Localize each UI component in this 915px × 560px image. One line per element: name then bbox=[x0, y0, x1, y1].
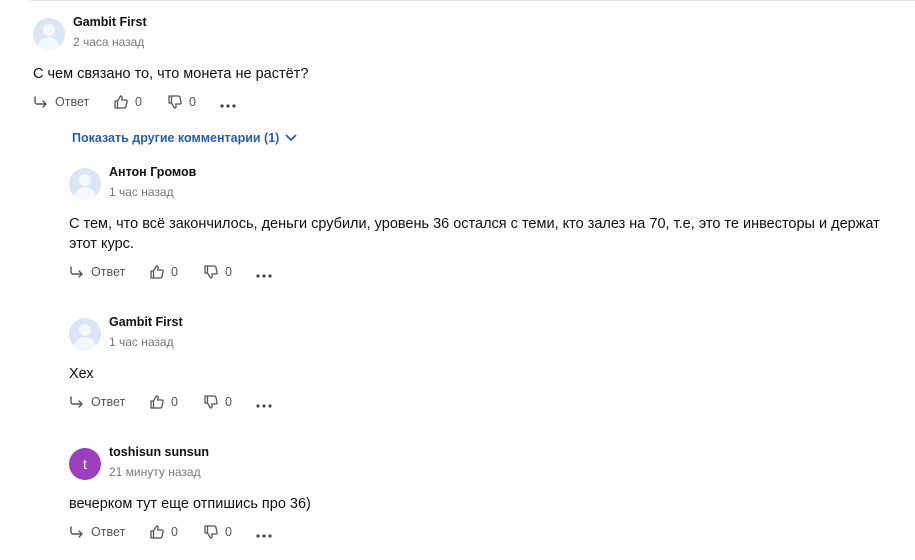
comment-time: 21 минуту назад bbox=[109, 465, 201, 479]
like-count: 0 bbox=[171, 525, 178, 539]
comment-time: 1 час назад bbox=[109, 335, 174, 349]
more-options-button[interactable] bbox=[220, 98, 236, 112]
more-options-button[interactable] bbox=[256, 398, 272, 412]
comment-author[interactable]: Gambit First bbox=[109, 315, 183, 329]
avatar[interactable]: t bbox=[69, 448, 101, 480]
reply-icon bbox=[34, 96, 47, 108]
comment-text: вечерком тут еще отпишись про 36) bbox=[69, 496, 311, 512]
thumbs-down-icon bbox=[204, 525, 218, 539]
reply-label: Ответ bbox=[91, 525, 126, 539]
dislike-button[interactable]: 0 bbox=[167, 94, 196, 110]
comment-time: 2 часа назад bbox=[73, 35, 145, 49]
dislike-count: 0 bbox=[225, 265, 232, 279]
thumbs-up-icon bbox=[114, 95, 128, 109]
comment-text: Хех bbox=[69, 366, 94, 382]
thumbs-down-icon bbox=[204, 265, 218, 279]
avatar[interactable] bbox=[69, 318, 101, 350]
like-count: 0 bbox=[171, 265, 178, 279]
more-icon bbox=[256, 404, 272, 408]
reply-button[interactable]: Ответ bbox=[33, 94, 89, 110]
reply-label: Ответ bbox=[91, 265, 126, 279]
reply-icon bbox=[70, 396, 83, 408]
like-button[interactable]: 0 bbox=[113, 94, 142, 110]
comment-author[interactable]: toshisun sunsun bbox=[109, 445, 209, 459]
thumbs-down-icon bbox=[204, 395, 218, 409]
reply-label: Ответ bbox=[91, 395, 126, 409]
thumbs-up-icon bbox=[150, 525, 164, 539]
chevron-down-icon bbox=[285, 134, 297, 141]
avatar[interactable] bbox=[33, 18, 65, 50]
reply-button[interactable]: Ответ bbox=[69, 524, 125, 540]
avatar[interactable] bbox=[69, 168, 101, 200]
thumbs-up-icon bbox=[150, 265, 164, 279]
dislike-count: 0 bbox=[189, 95, 196, 109]
comment-author[interactable]: Антон Громов bbox=[109, 165, 196, 179]
top-divider bbox=[30, 0, 915, 1]
like-button[interactable]: 0 bbox=[149, 264, 178, 280]
thumbs-down-icon bbox=[168, 95, 182, 109]
comment-time: 1 час назад bbox=[109, 185, 174, 199]
thumbs-up-icon bbox=[150, 395, 164, 409]
reply-label: Ответ bbox=[55, 95, 90, 109]
reply-button[interactable]: Ответ bbox=[69, 394, 125, 410]
more-icon bbox=[256, 534, 272, 538]
reply-button[interactable]: Ответ bbox=[69, 264, 125, 280]
reply-icon bbox=[70, 266, 83, 278]
comment-author[interactable]: Gambit First bbox=[73, 15, 147, 29]
reply-icon bbox=[70, 526, 83, 538]
like-button[interactable]: 0 bbox=[149, 394, 178, 410]
show-more-replies-button[interactable]: Показать другие комментарии (1) bbox=[72, 131, 297, 145]
more-icon bbox=[256, 274, 272, 278]
dislike-count: 0 bbox=[225, 395, 232, 409]
comment-text: С чем связано то, что монета не растёт? bbox=[33, 66, 309, 82]
more-options-button[interactable] bbox=[256, 528, 272, 542]
more-icon bbox=[220, 104, 236, 108]
like-count: 0 bbox=[171, 395, 178, 409]
like-button[interactable]: 0 bbox=[149, 524, 178, 540]
dislike-button[interactable]: 0 bbox=[203, 394, 232, 410]
more-options-button[interactable] bbox=[256, 268, 272, 282]
comment-text: С тем, что всё закончилось, деньги сруби… bbox=[69, 216, 880, 252]
dislike-count: 0 bbox=[225, 525, 232, 539]
dislike-button[interactable]: 0 bbox=[203, 264, 232, 280]
show-more-label: Показать другие комментарии (1) bbox=[72, 131, 280, 145]
like-count: 0 bbox=[135, 95, 142, 109]
dislike-button[interactable]: 0 bbox=[203, 524, 232, 540]
